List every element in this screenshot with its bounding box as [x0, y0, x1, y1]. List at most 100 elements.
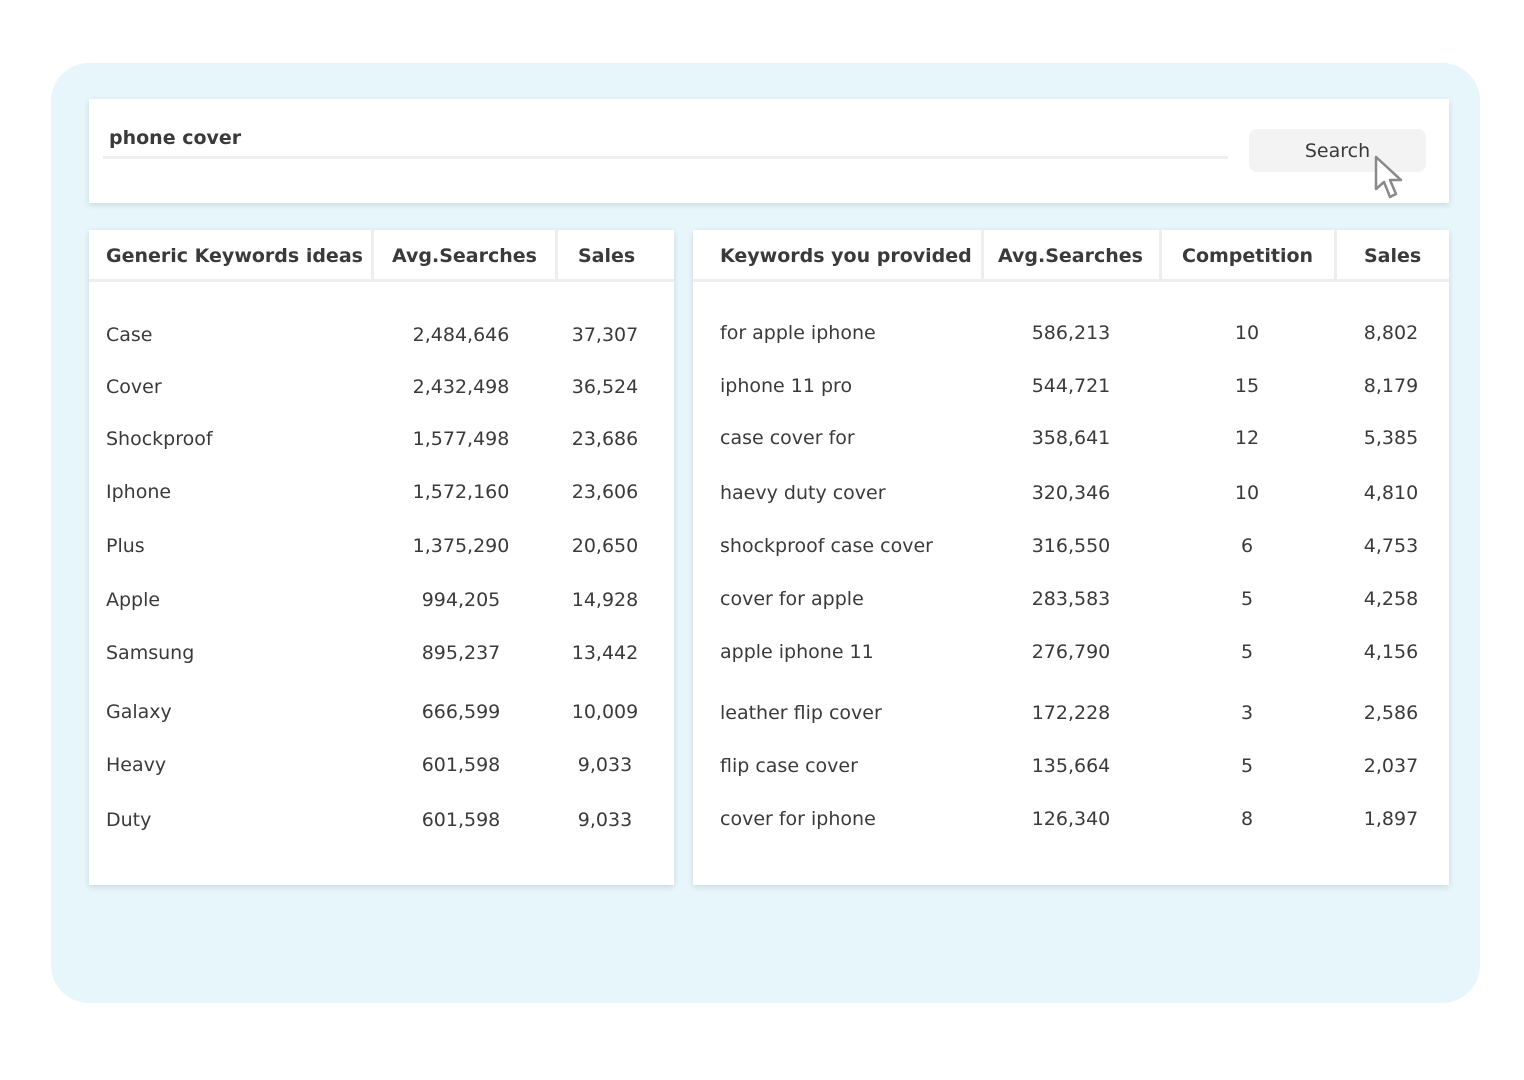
sales-cell: 37,307	[571, 324, 639, 346]
sales-cell: 1,897	[1363, 808, 1419, 830]
competition-cell: 8	[1240, 808, 1254, 830]
avg-searches-cell: 1,577,498	[412, 428, 510, 450]
sales-cell: 10,009	[571, 701, 639, 723]
table-row[interactable]: for apple iphone 586,213 10 8,802	[693, 319, 1449, 347]
provided-keywords-table: Keywords you provided Avg.Searches Compe…	[693, 230, 1449, 885]
avg-searches-cell: 601,598	[421, 809, 501, 831]
pointer-arrow-icon	[1374, 155, 1403, 199]
column-header-keyword: Generic Keywords ideas	[106, 245, 363, 267]
column-divider	[1334, 230, 1337, 282]
competition-cell: 12	[1234, 427, 1260, 449]
competition-cell: 10	[1234, 322, 1260, 344]
keyword-cell: cover for apple	[720, 588, 864, 610]
keyword-cell: leather flip cover	[720, 702, 882, 724]
avg-searches-cell: 994,205	[421, 589, 501, 611]
table-row[interactable]: iphone 11 pro 544,721 15 8,179	[693, 372, 1449, 400]
search-bar: Search	[89, 99, 1449, 203]
column-header-avg-searches: Avg.Searches	[998, 245, 1143, 267]
avg-searches-cell: 276,790	[1031, 641, 1111, 663]
table-row[interactable]: Plus 1,375,290 20,650	[89, 532, 674, 560]
search-input[interactable]	[103, 119, 1228, 159]
keyword-cell: iphone 11 pro	[720, 375, 853, 397]
competition-cell: 3	[1240, 702, 1254, 724]
table-row[interactable]: Apple 994,205 14,928	[89, 586, 674, 614]
table-row[interactable]: shockproof case cover 316,550 6 4,753	[693, 532, 1449, 560]
sales-cell: 2,037	[1363, 755, 1419, 777]
keyword-cell: cover for iphone	[720, 808, 876, 830]
column-divider	[371, 230, 374, 282]
sales-cell: 13,442	[571, 642, 639, 664]
table-row[interactable]: case cover for 358,641 12 5,385	[693, 424, 1449, 452]
table-row[interactable]: leather flip cover 172,228 3 2,586	[693, 699, 1449, 727]
competition-cell: 5	[1240, 755, 1254, 777]
keyword-cell: case cover for	[720, 427, 855, 449]
competition-cell: 15	[1234, 375, 1260, 397]
avg-searches-cell: 320,346	[1031, 482, 1111, 504]
avg-searches-cell: 601,598	[421, 754, 501, 776]
competition-cell: 5	[1240, 588, 1254, 610]
keyword-cell: flip case cover	[720, 755, 858, 777]
keyword-cell: Samsung	[106, 642, 195, 664]
competition-cell: 10	[1234, 482, 1260, 504]
sales-cell: 5,385	[1363, 427, 1419, 449]
table-row[interactable]: haevy duty cover 320,346 10 4,810	[693, 479, 1449, 507]
avg-searches-cell: 2,432,498	[412, 376, 510, 398]
avg-searches-cell: 135,664	[1031, 755, 1111, 777]
keyword-cell: Duty	[106, 809, 152, 831]
table-row[interactable]: apple iphone 11 276,790 5 4,156	[693, 638, 1449, 666]
sales-cell: 8,179	[1363, 375, 1419, 397]
table-row[interactable]: Heavy 601,598 9,033	[89, 751, 674, 779]
table-row[interactable]: Cover 2,432,498 36,524	[89, 373, 674, 401]
competition-cell: 6	[1240, 535, 1254, 557]
keyword-cell: Case	[106, 324, 153, 346]
keyword-cell: Plus	[106, 535, 145, 557]
table-row[interactable]: Case 2,484,646 37,307	[89, 321, 674, 349]
sales-cell: 4,753	[1363, 535, 1419, 557]
competition-cell: 5	[1240, 641, 1254, 663]
avg-searches-cell: 2,484,646	[412, 324, 510, 346]
table-row[interactable]: Shockproof 1,577,498 23,686	[89, 425, 674, 453]
column-header-keyword: Keywords you provided	[720, 245, 972, 267]
table-row[interactable]: Duty 601,598 9,033	[89, 806, 674, 834]
keyword-cell: haevy duty cover	[720, 482, 886, 504]
sales-cell: 2,586	[1363, 702, 1419, 724]
avg-searches-cell: 895,237	[421, 642, 501, 664]
avg-searches-cell: 1,375,290	[412, 535, 510, 557]
keyword-cell: shockproof case cover	[720, 535, 933, 557]
table-header: Keywords you provided Avg.Searches Compe…	[693, 230, 1449, 282]
table-row[interactable]: cover for apple 283,583 5 4,258	[693, 585, 1449, 613]
avg-searches-cell: 666,599	[421, 701, 501, 723]
table-row[interactable]: cover for iphone 126,340 8 1,897	[693, 805, 1449, 833]
keyword-cell: Apple	[106, 589, 161, 611]
sales-cell: 4,810	[1363, 482, 1419, 504]
sales-cell: 23,606	[571, 481, 639, 503]
keyword-cell: for apple iphone	[720, 322, 876, 344]
sales-cell: 4,258	[1363, 588, 1419, 610]
sales-cell: 14,928	[571, 589, 639, 611]
table-row[interactable]: flip case cover 135,664 5 2,037	[693, 752, 1449, 780]
table-row[interactable]: Iphone 1,572,160 23,606	[89, 478, 674, 506]
sales-cell: 23,686	[571, 428, 639, 450]
avg-searches-cell: 358,641	[1031, 427, 1111, 449]
avg-searches-cell: 586,213	[1031, 322, 1111, 344]
column-divider	[555, 230, 558, 282]
table-row[interactable]: Samsung 895,237 13,442	[89, 639, 674, 667]
avg-searches-cell: 172,228	[1031, 702, 1111, 724]
avg-searches-cell: 544,721	[1031, 375, 1111, 397]
sales-cell: 9,033	[577, 809, 633, 831]
sales-cell: 9,033	[577, 754, 633, 776]
avg-searches-cell: 316,550	[1031, 535, 1111, 557]
avg-searches-cell: 126,340	[1031, 808, 1111, 830]
column-header-avg-searches: Avg.Searches	[392, 245, 537, 267]
keyword-cell: Cover	[106, 376, 162, 398]
table-header: Generic Keywords ideas Avg.Searches Sale…	[89, 230, 674, 282]
column-divider	[981, 230, 984, 282]
sales-cell: 36,524	[571, 376, 639, 398]
keyword-cell: Iphone	[106, 481, 172, 503]
keyword-cell: Galaxy	[106, 701, 172, 723]
generic-keywords-table: Generic Keywords ideas Avg.Searches Sale…	[89, 230, 674, 885]
column-divider	[1159, 230, 1162, 282]
column-header-competition: Competition	[1182, 245, 1314, 267]
keyword-cell: Heavy	[106, 754, 167, 776]
table-row[interactable]: Galaxy 666,599 10,009	[89, 698, 674, 726]
